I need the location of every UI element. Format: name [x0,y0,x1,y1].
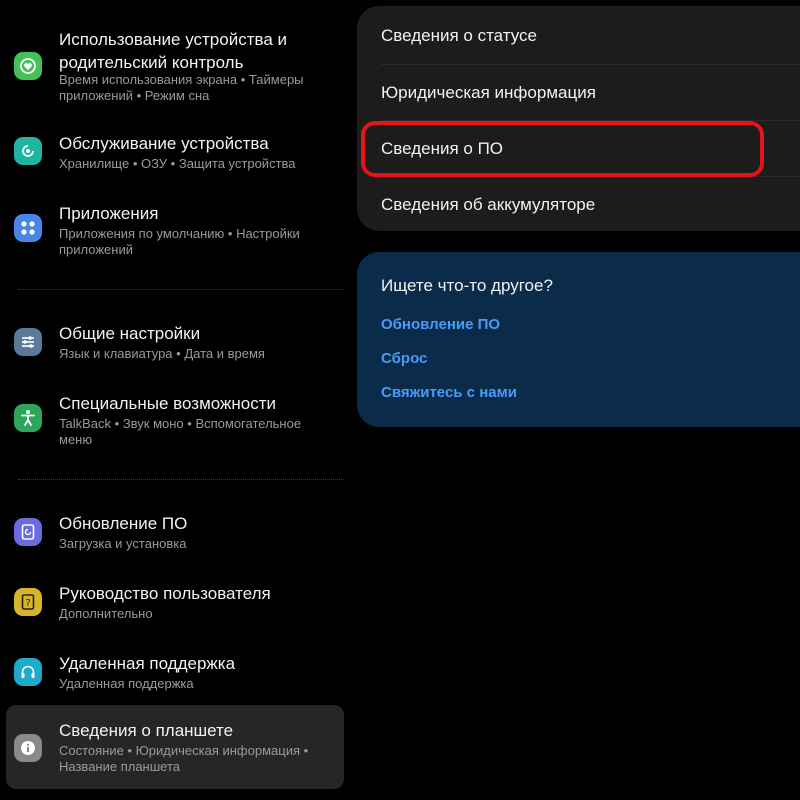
row-status-info[interactable]: Сведения о статусе [381,8,800,64]
menu-item-software-update[interactable]: Обновление ПО Загрузка и установка [6,508,344,558]
menu-item-title: Приложения [59,204,159,223]
user-manual-icon: ? [14,588,42,616]
menu-item-subtitle: Удаленная поддержка [59,676,194,691]
menu-item-remote-support[interactable]: Удаленная поддержка Удаленная поддержка [6,648,344,698]
menu-item-general[interactable]: Общие настройки Язык и клавиатураДата и … [6,318,344,368]
software-update-icon [14,518,42,546]
group-divider [18,289,344,290]
menu-item-device-usage[interactable]: Использование устройства и родительский … [6,22,344,108]
menu-item-subtitle: TalkBackЗвук моноВспомогательное меню [59,416,336,448]
menu-item-subtitle: Язык и клавиатураДата и время [59,346,336,362]
menu-item-subtitle: СостояниеЮридическая информацияНазвание … [59,743,336,775]
link-software-update[interactable]: Обновление ПО [381,316,500,333]
apps-grid-icon [14,214,42,242]
looking-for-something-else-card: Ищете что-то другое? Обновление ПО Сброс… [357,252,800,427]
menu-item-user-manual[interactable]: ? Руководство пользователя Дополнительно [6,578,344,628]
menu-item-accessibility[interactable]: Специальные возможности TalkBackЗвук мон… [6,388,344,454]
menu-item-subtitle: Дополнительно [59,606,153,621]
device-care-icon [14,137,42,165]
link-reset[interactable]: Сброс [381,350,427,367]
menu-item-subtitle: Приложения по умолчаниюНастройки приложе… [59,226,336,258]
menu-item-about-tablet[interactable]: Сведения о планшете СостояниеЮридическая… [6,705,344,789]
menu-item-title: Обслуживание устройства [59,134,269,153]
menu-item-subtitle: Время использования экранаТаймеры прилож… [59,72,336,104]
menu-item-subtitle: Загрузка и установка [59,536,187,551]
menu-item-title: Использование устройства и родительский … [59,30,287,72]
info-icon [14,734,42,762]
card-heading: Ищете что-то другое? [381,276,553,295]
row-battery-info[interactable]: Сведения об аккумуляторе [381,176,800,233]
link-contact-us[interactable]: Свяжитесь с нами [381,384,517,401]
sliders-icon [14,328,42,356]
menu-item-subtitle: ХранилищеОЗУЗащита устройства [59,156,336,172]
about-tablet-card: Сведения о статусе Юридическая информаци… [357,6,800,231]
menu-item-device-care[interactable]: Обслуживание устройства ХранилищеОЗУЗащи… [6,128,344,180]
menu-item-title: Специальные возможности [59,394,277,413]
group-divider [18,479,344,480]
menu-item-title: Руководство пользователя [59,584,271,603]
menu-item-title: Общие настройки [59,324,201,343]
headset-icon [14,658,42,686]
row-legal-info[interactable]: Юридическая информация [381,64,800,121]
heart-balance-icon [14,52,42,80]
menu-item-title: Сведения о планшете [59,721,234,740]
accessibility-icon [14,404,42,432]
menu-item-title: Удаленная поддержка [59,654,236,673]
menu-item-title: Обновление ПО [59,514,188,533]
software-info-highlight [361,121,764,177]
settings-menu: Использование устройства и родительский … [0,0,352,800]
svg-text:?: ? [25,598,30,609]
menu-item-apps[interactable]: Приложения Приложения по умолчаниюНастро… [6,198,344,264]
